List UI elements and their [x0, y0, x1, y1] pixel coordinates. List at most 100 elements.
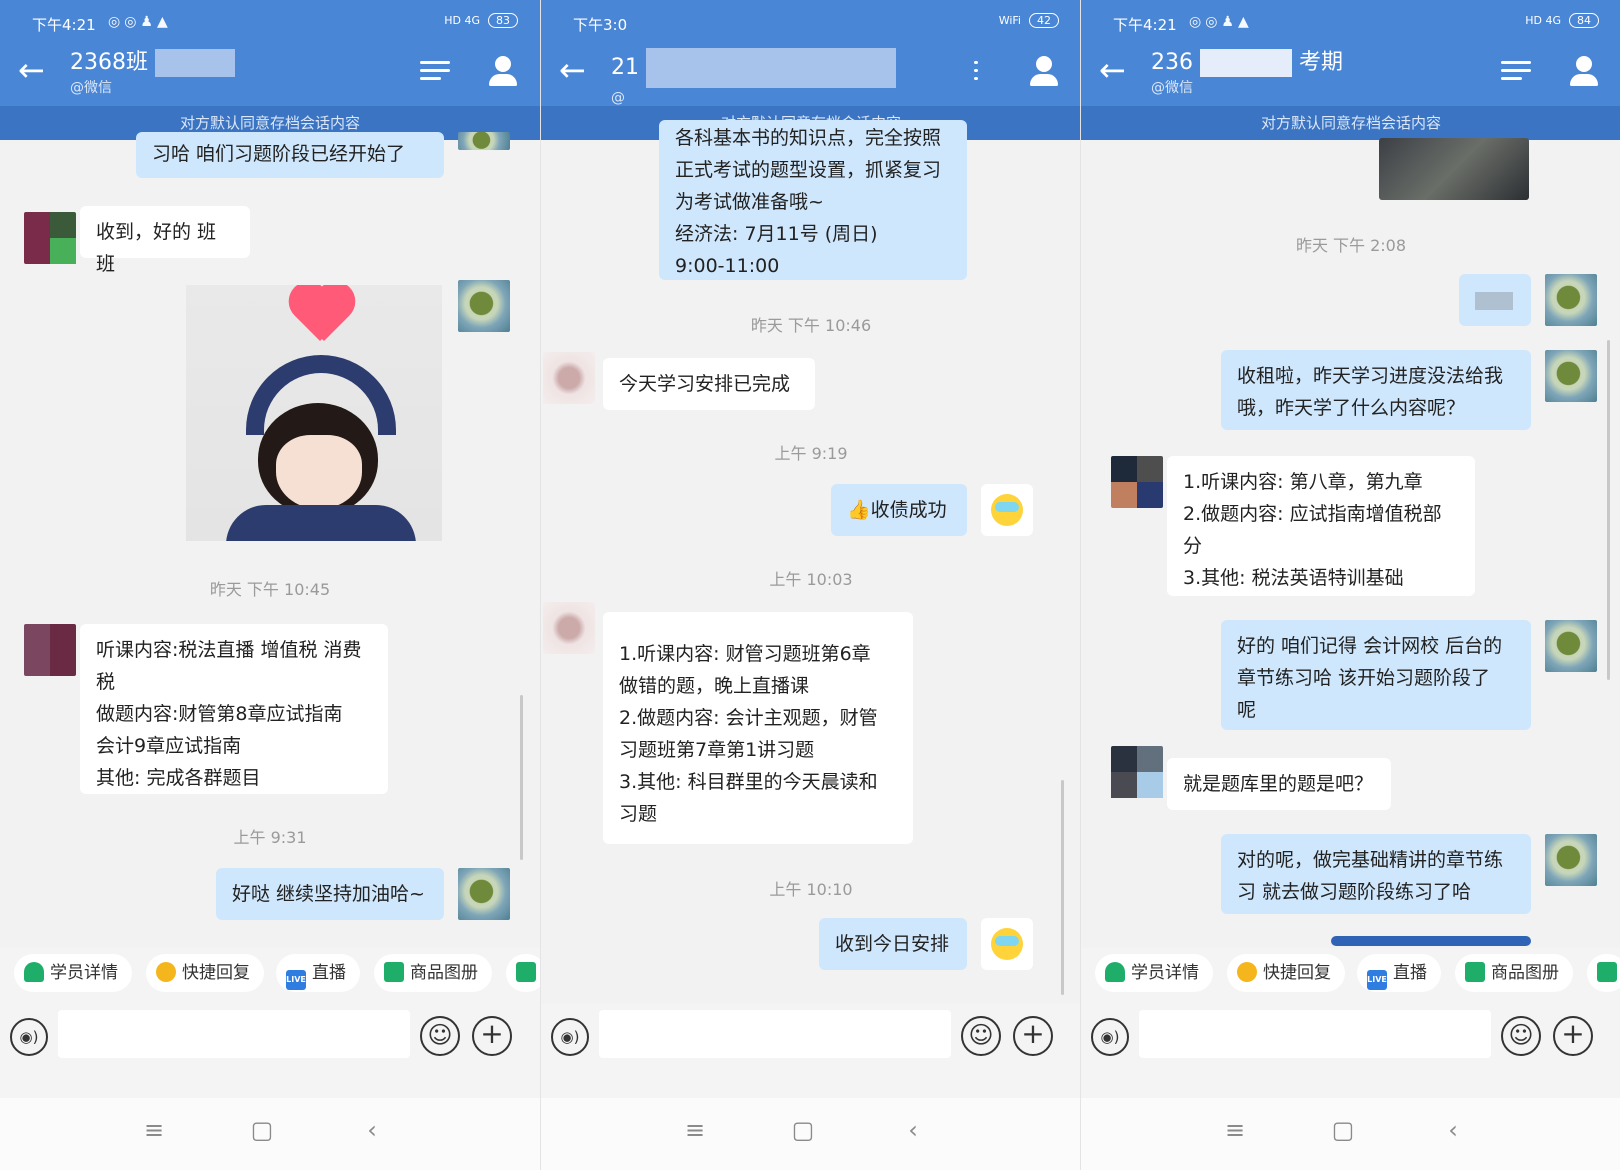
avatar[interactable]	[458, 132, 510, 150]
product-album-button[interactable]: 商品图册	[1455, 954, 1573, 992]
message-list[interactable]: 各科基本书的知识点，完全按照 正式考试的题型设置，抓紧复习 为考试做准备哦~ 经…	[541, 120, 1080, 995]
message-bubble-outgoing[interactable]: 好哒 继续坚持加油哈~	[216, 868, 444, 920]
battery-indicator: 84	[1569, 13, 1599, 28]
avatar[interactable]	[543, 602, 595, 654]
menu-nav-icon[interactable]: ≡	[1215, 1116, 1255, 1144]
home-nav-icon[interactable]: ▢	[783, 1116, 823, 1144]
more-chip[interactable]	[506, 954, 540, 992]
back-arrow-icon[interactable]: ←	[1099, 52, 1126, 88]
back-nav-icon[interactable]: ‹	[352, 1116, 392, 1144]
avatar[interactable]	[24, 212, 76, 264]
more-chip[interactable]	[1587, 954, 1620, 992]
live-button[interactable]: LIVE 直播	[276, 954, 360, 992]
message-bubble-incoming[interactable]: 今天学习安排已完成	[603, 358, 815, 410]
message-bubble-outgoing[interactable]: 习哈 咱们习题阶段已经开始了	[136, 132, 444, 178]
message-input[interactable]	[1139, 1010, 1491, 1058]
avatar[interactable]	[1545, 350, 1597, 402]
message-bubble-incoming[interactable]: 收到，好的 班班	[80, 206, 250, 275]
person-icon[interactable]	[1029, 56, 1059, 86]
redacted-message-bubble[interactable]	[1459, 274, 1531, 326]
wifi-icon: WiFi	[998, 14, 1021, 27]
avatar[interactable]	[1545, 620, 1597, 672]
partial-message-bubble[interactable]	[1331, 936, 1531, 946]
photo-face	[276, 435, 362, 509]
plus-icon[interactable]: +	[1553, 1016, 1593, 1056]
message-bubble-incoming[interactable]: 就是题库里的题是吧？	[1167, 758, 1391, 810]
product-album-button[interactable]: 商品图册	[374, 954, 492, 992]
quick-reply-button[interactable]: 快捷回复	[1227, 954, 1345, 992]
image-message[interactable]	[186, 285, 442, 541]
student-icon	[24, 962, 44, 982]
avatar[interactable]	[24, 624, 76, 676]
list-menu-icon[interactable]	[420, 56, 450, 86]
list-menu-icon[interactable]	[1501, 56, 1531, 86]
quick-reply-button[interactable]: 快捷回复	[146, 954, 264, 992]
quick-action-bar: 学员详情 快捷回复 LIVE 直播 商品图册	[1081, 948, 1620, 1004]
avatar[interactable]	[981, 918, 1033, 970]
voice-icon[interactable]: ◉)	[551, 1018, 589, 1056]
back-arrow-icon[interactable]: ←	[559, 52, 586, 88]
message-bubble-incoming[interactable]: 1.听课内容: 第八章，第九章 2.做题内容: 应试指南增值税部 分 3.其他:…	[1167, 456, 1475, 596]
battery-indicator: 83	[488, 13, 518, 28]
image-message[interactable]	[1379, 138, 1529, 200]
home-nav-icon[interactable]: ▢	[242, 1116, 282, 1144]
chat-header: 下午4:21 ◎◎♟▲ HD 4G 84 ← 236 考期 @微信	[1081, 0, 1620, 106]
voice-icon[interactable]: ◉)	[10, 1018, 48, 1056]
avatar[interactable]	[458, 280, 510, 332]
message-bubble-outgoing[interactable]: 各科基本书的知识点，完全按照 正式考试的题型设置，抓紧复习 为考试做准备哦~ 经…	[659, 120, 967, 280]
message-bubble-incoming[interactable]: 1.听课内容: 财管习题班第6章 做错的题，晚上直播课 2.做题内容: 会计主观…	[603, 612, 913, 844]
person-icon[interactable]	[1569, 56, 1599, 86]
status-bar: 下午4:21 ◎◎♟▲ HD 4G 83	[0, 0, 540, 48]
status-time: 下午4:21	[1113, 16, 1177, 34]
list-menu-icon[interactable]	[961, 56, 991, 86]
person-icon[interactable]	[488, 56, 518, 86]
message-list[interactable]: 习哈 咱们习题阶段已经开始了 收到，好的 班班 昨天 下午 10:45 听课内容…	[0, 132, 540, 965]
emoji-icon[interactable]: ☺	[420, 1016, 460, 1056]
back-arrow-icon[interactable]: ←	[18, 52, 45, 88]
message-bubble-outgoing[interactable]: 对的呢，做完基础精讲的章节练 习 就去做习题阶段练习了哈	[1221, 834, 1531, 914]
quick-action-bar: 学员详情 快捷回复 LIVE 直播 商品图册	[0, 948, 540, 1004]
live-button[interactable]: LIVE 直播	[1357, 954, 1441, 992]
input-bar: ◉) ☺ +	[541, 1004, 1080, 1098]
chat-title-text: 2368班	[70, 50, 148, 75]
menu-nav-icon[interactable]: ≡	[675, 1116, 715, 1144]
avatar[interactable]	[458, 868, 510, 920]
avatar[interactable]	[1545, 834, 1597, 886]
scrollbar[interactable]	[1061, 780, 1064, 995]
message-bubble-outgoing[interactable]: 收租啦，昨天学习进度没法给我 哦，昨天学了什么内容呢？	[1221, 350, 1531, 430]
scrollbar[interactable]	[1607, 340, 1610, 680]
chat-screen-1: 下午4:21 ◎◎♟▲ HD 4G 83 ← 2368班 @微信 对方默认同意存…	[0, 0, 540, 1170]
plus-icon[interactable]: +	[1013, 1016, 1053, 1056]
back-nav-icon[interactable]: ‹	[1433, 1116, 1473, 1144]
menu-nav-icon[interactable]: ≡	[134, 1116, 174, 1144]
message-bubble-outgoing[interactable]: 收到今日安排	[819, 918, 967, 970]
scrollbar[interactable]	[520, 695, 523, 860]
message-input[interactable]	[58, 1010, 410, 1058]
chat-title-block: 2368班 @微信	[70, 48, 235, 98]
message-input[interactable]	[599, 1010, 951, 1058]
redacted-title-blur	[646, 48, 896, 88]
emoji-icon[interactable]: ☺	[961, 1016, 1001, 1056]
heart-icon	[284, 285, 356, 345]
avatar[interactable]	[1545, 274, 1597, 326]
home-nav-icon[interactable]: ▢	[1323, 1116, 1363, 1144]
back-nav-icon[interactable]: ‹	[893, 1116, 933, 1144]
avatar[interactable]	[1111, 456, 1163, 508]
avatar[interactable]	[543, 352, 595, 404]
emoji-icon[interactable]: ☺	[1501, 1016, 1541, 1056]
student-details-button[interactable]: 学员详情	[1095, 954, 1213, 992]
notification-icons: ◎◎♟▲	[1189, 14, 1253, 30]
message-bubble-outgoing[interactable]: 好的 咱们记得 会计网校 后台的 章节练习哈 该开始习题阶段了 呢	[1221, 620, 1531, 730]
album-icon	[1465, 962, 1485, 982]
avatar[interactable]	[1111, 746, 1163, 818]
message-list[interactable]: 昨天 下午 2:08 收租啦，昨天学习进度没法给我 哦，昨天学了什么内容呢？ 1…	[1081, 138, 1620, 965]
photo-body	[226, 505, 416, 541]
student-details-button[interactable]: 学员详情	[14, 954, 132, 992]
message-bubble-incoming[interactable]: 听课内容:税法直播 增值税 消费 税 做题内容:财管第8章应试指南 会计9章应试…	[80, 624, 388, 794]
chip-label: 直播	[312, 963, 346, 983]
chat-title: 21	[611, 48, 896, 88]
voice-icon[interactable]: ◉)	[1091, 1018, 1129, 1056]
message-bubble-outgoing[interactable]: 👍收债成功	[831, 484, 967, 536]
plus-icon[interactable]: +	[472, 1016, 512, 1056]
avatar[interactable]	[981, 484, 1033, 536]
